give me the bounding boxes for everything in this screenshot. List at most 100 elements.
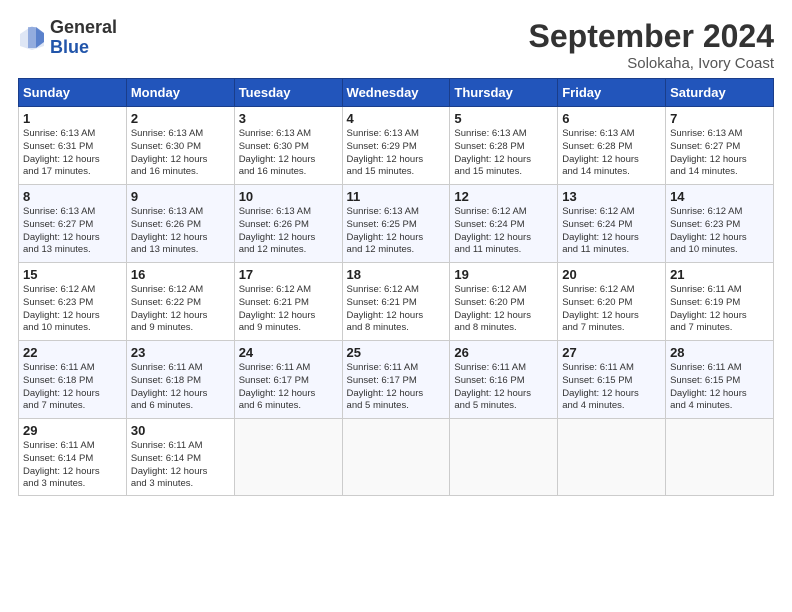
calendar-cell: 28 Sunrise: 6:11 AMSunset: 6:15 PMDayligh… — [666, 341, 774, 419]
day-info: Sunrise: 6:11 AMSunset: 6:14 PMDaylight:… — [23, 440, 122, 491]
calendar-cell: 3 Sunrise: 6:13 AMSunset: 6:30 PMDaylight… — [234, 107, 342, 185]
calendar-cell: 27 Sunrise: 6:11 AMSunset: 6:15 PMDayligh… — [558, 341, 666, 419]
calendar-cell: 19Sunrise: 6:12 AMSunset: 6:20 PMDayligh… — [450, 263, 558, 341]
calendar-cell — [666, 419, 774, 496]
day-info: Sunrise: 6:13 AMSunset: 6:28 PMDaylight:… — [562, 128, 661, 179]
day-number: 25 — [347, 345, 446, 360]
day-header-wednesday: Wednesday — [342, 79, 450, 107]
calendar-cell: 13 Sunrise: 6:12 AMSunset: 6:24 PMDayligh… — [558, 185, 666, 263]
week-row-2: 8Sunrise: 6:13 AMSunset: 6:27 PMDaylight… — [19, 185, 774, 263]
day-info: Sunrise: 6:12 AMSunset: 6:23 PMDaylight:… — [670, 206, 769, 257]
day-info: Sunrise: 6:11 AMSunset: 6:17 PMDaylight:… — [347, 362, 446, 413]
day-info: Sunrise: 6:13 AMSunset: 6:26 PMDaylight:… — [239, 206, 338, 257]
calendar-table: SundayMondayTuesdayWednesdayThursdayFrid… — [18, 78, 774, 496]
calendar-cell: 20Sunrise: 6:12 AMSunset: 6:20 PMDayligh… — [558, 263, 666, 341]
month-title: September 2024 — [529, 18, 774, 55]
day-number: 2 — [131, 111, 230, 126]
header-row: General Blue September 2024 Solokaha, Iv… — [18, 18, 774, 72]
day-number: 15 — [23, 267, 122, 282]
day-number: 14 — [670, 189, 769, 204]
day-number: 30 — [131, 423, 230, 438]
calendar-cell — [450, 419, 558, 496]
calendar-cell: 16Sunrise: 6:12 AMSunset: 6:22 PMDayligh… — [126, 263, 234, 341]
week-row-3: 15 Sunrise: 6:12 AMSunset: 6:23 PMDayligh… — [19, 263, 774, 341]
calendar-cell: 15 Sunrise: 6:12 AMSunset: 6:23 PMDayligh… — [19, 263, 127, 341]
day-number: 4 — [347, 111, 446, 126]
calendar-cell: 23Sunrise: 6:11 AMSunset: 6:18 PMDayligh… — [126, 341, 234, 419]
calendar-cell: 8Sunrise: 6:13 AMSunset: 6:27 PMDaylight… — [19, 185, 127, 263]
title-block: September 2024 Solokaha, Ivory Coast — [529, 18, 774, 72]
day-number: 17 — [239, 267, 338, 282]
calendar-cell: 1Sunrise: 6:13 AMSunset: 6:31 PMDaylight… — [19, 107, 127, 185]
calendar-cell — [342, 419, 450, 496]
day-info: Sunrise: 6:11 AMSunset: 6:15 PMDaylight:… — [670, 362, 769, 413]
calendar-cell: 4 Sunrise: 6:13 AMSunset: 6:29 PMDaylight… — [342, 107, 450, 185]
day-info: Sunrise: 6:12 AMSunset: 6:20 PMDaylight:… — [454, 284, 553, 335]
calendar-cell: 18 Sunrise: 6:12 AMSunset: 6:21 PMDayligh… — [342, 263, 450, 341]
logo-blue: Blue — [50, 38, 117, 58]
day-info: Sunrise: 6:12 AMSunset: 6:24 PMDaylight:… — [454, 206, 553, 257]
calendar-cell: 9 Sunrise: 6:13 AMSunset: 6:26 PMDaylight… — [126, 185, 234, 263]
day-info: Sunrise: 6:13 AMSunset: 6:30 PMDaylight:… — [239, 128, 338, 179]
day-info: Sunrise: 6:11 AMSunset: 6:16 PMDaylight:… — [454, 362, 553, 413]
logo-icon — [18, 24, 46, 52]
day-number: 18 — [347, 267, 446, 282]
calendar-cell — [234, 419, 342, 496]
day-headers-row: SundayMondayTuesdayWednesdayThursdayFrid… — [19, 79, 774, 107]
day-number: 10 — [239, 189, 338, 204]
day-number: 28 — [670, 345, 769, 360]
day-number: 22 — [23, 345, 122, 360]
day-number: 29 — [23, 423, 122, 438]
day-header-tuesday: Tuesday — [234, 79, 342, 107]
calendar-cell: 21 Sunrise: 6:11 AMSunset: 6:19 PMDayligh… — [666, 263, 774, 341]
day-number: 7 — [670, 111, 769, 126]
logo: General Blue — [18, 18, 117, 58]
calendar-cell — [558, 419, 666, 496]
day-number: 3 — [239, 111, 338, 126]
day-header-monday: Monday — [126, 79, 234, 107]
day-number: 9 — [131, 189, 230, 204]
day-header-thursday: Thursday — [450, 79, 558, 107]
calendar-cell: 7 Sunrise: 6:13 AMSunset: 6:27 PMDaylight… — [666, 107, 774, 185]
day-number: 8 — [23, 189, 122, 204]
day-header-saturday: Saturday — [666, 79, 774, 107]
day-info: Sunrise: 6:13 AMSunset: 6:30 PMDaylight:… — [131, 128, 230, 179]
day-number: 27 — [562, 345, 661, 360]
day-info: Sunrise: 6:13 AMSunset: 6:29 PMDaylight:… — [347, 128, 446, 179]
calendar-cell: 26 Sunrise: 6:11 AMSunset: 6:16 PMDayligh… — [450, 341, 558, 419]
day-number: 6 — [562, 111, 661, 126]
day-number: 13 — [562, 189, 661, 204]
week-row-1: 1Sunrise: 6:13 AMSunset: 6:31 PMDaylight… — [19, 107, 774, 185]
calendar-cell: 24Sunrise: 6:11 AMSunset: 6:17 PMDayligh… — [234, 341, 342, 419]
calendar-cell: 2 Sunrise: 6:13 AMSunset: 6:30 PMDaylight… — [126, 107, 234, 185]
calendar-cell: 30 Sunrise: 6:11 AMSunset: 6:14 PMDayligh… — [126, 419, 234, 496]
calendar-cell: 17 Sunrise: 6:12 AMSunset: 6:21 PMDayligh… — [234, 263, 342, 341]
day-info: Sunrise: 6:12 AMSunset: 6:24 PMDaylight:… — [562, 206, 661, 257]
day-info: Sunrise: 6:12 AMSunset: 6:21 PMDaylight:… — [239, 284, 338, 335]
day-info: Sunrise: 6:11 AMSunset: 6:14 PMDaylight:… — [131, 440, 230, 491]
day-info: Sunrise: 6:13 AMSunset: 6:28 PMDaylight:… — [454, 128, 553, 179]
day-info: Sunrise: 6:11 AMSunset: 6:15 PMDaylight:… — [562, 362, 661, 413]
day-info: Sunrise: 6:11 AMSunset: 6:19 PMDaylight:… — [670, 284, 769, 335]
day-number: 5 — [454, 111, 553, 126]
day-number: 11 — [347, 189, 446, 204]
day-number: 21 — [670, 267, 769, 282]
day-info: Sunrise: 6:13 AMSunset: 6:26 PMDaylight:… — [131, 206, 230, 257]
calendar-cell: 12Sunrise: 6:12 AMSunset: 6:24 PMDayligh… — [450, 185, 558, 263]
calendar-cell: 25 Sunrise: 6:11 AMSunset: 6:17 PMDayligh… — [342, 341, 450, 419]
day-number: 23 — [131, 345, 230, 360]
calendar-cell: 10 Sunrise: 6:13 AMSunset: 6:26 PMDayligh… — [234, 185, 342, 263]
day-info: Sunrise: 6:13 AMSunset: 6:25 PMDaylight:… — [347, 206, 446, 257]
day-info: Sunrise: 6:13 AMSunset: 6:27 PMDaylight:… — [670, 128, 769, 179]
day-info: Sunrise: 6:12 AMSunset: 6:21 PMDaylight:… — [347, 284, 446, 335]
location-title: Solokaha, Ivory Coast — [529, 55, 774, 72]
calendar-cell: 5 Sunrise: 6:13 AMSunset: 6:28 PMDaylight… — [450, 107, 558, 185]
logo-general: General — [50, 18, 117, 38]
day-number: 20 — [562, 267, 661, 282]
day-number: 1 — [23, 111, 122, 126]
day-info: Sunrise: 6:12 AMSunset: 6:23 PMDaylight:… — [23, 284, 122, 335]
day-number: 26 — [454, 345, 553, 360]
calendar-cell: 29 Sunrise: 6:11 AMSunset: 6:14 PMDayligh… — [19, 419, 127, 496]
calendar-cell: 22Sunrise: 6:11 AMSunset: 6:18 PMDayligh… — [19, 341, 127, 419]
calendar-cell: 11 Sunrise: 6:13 AMSunset: 6:25 PMDayligh… — [342, 185, 450, 263]
